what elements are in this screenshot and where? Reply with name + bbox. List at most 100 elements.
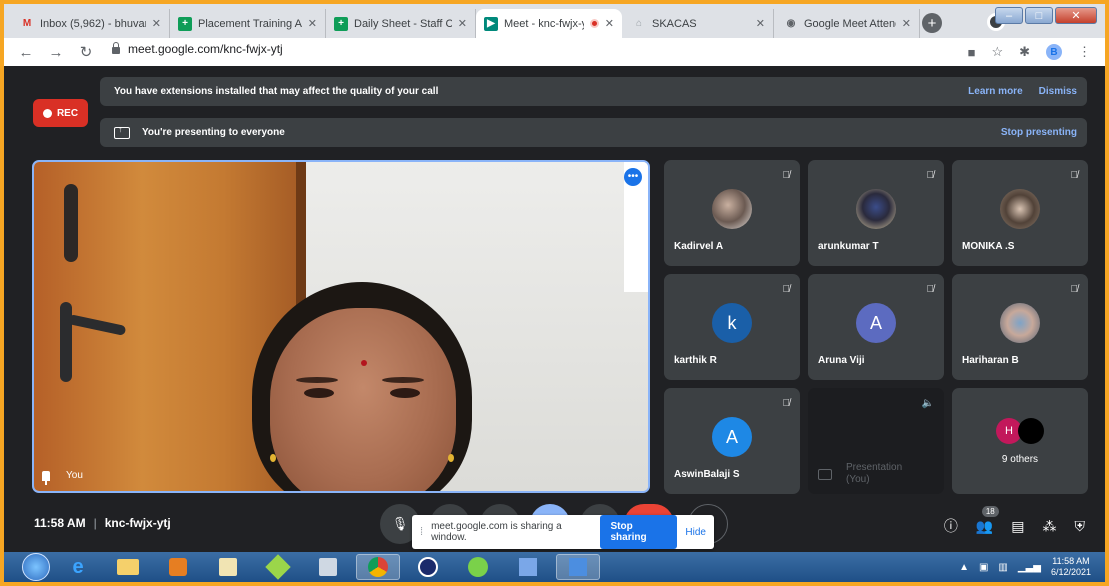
tab-meet[interactable]: ▶ Meet - knc-fwjx-ytj ✕ [476,9,622,38]
participant-tile[interactable]: 🎙̸ A AswinBalaji S [664,388,800,494]
sheets-icon: + [334,16,348,31]
screen: M Inbox (5,962) - bhuvan ✕ + Placement T… [4,4,1105,582]
present-screen-icon [114,124,130,139]
participant-tile[interactable]: 🎙̸ Kadirvel A [664,160,800,266]
bindi [361,360,367,366]
app-icon[interactable] [556,554,600,580]
tab-meet-attendance[interactable]: ◉ Google Meet Attendan ✕ [776,9,920,38]
record-dot-icon [42,108,52,118]
maximize-icon[interactable]: □ [1025,7,1053,24]
tab-title: Inbox (5,962) - bhuvan [40,17,146,30]
pin-icon[interactable] [42,470,50,485]
address-bar[interactable]: meet.google.com/knc-fwjx-ytj [112,42,283,56]
chrome-taskbar-icon[interactable] [356,554,400,580]
signal-icon[interactable]: ▁▃▅ [1018,562,1041,573]
reload-icon[interactable]: ↻ [78,43,94,61]
drag-handle-icon[interactable]: ⁞ [420,526,423,538]
app-icon[interactable] [256,554,300,580]
presentation-line1: Presentation [846,462,903,473]
participant-tile[interactable]: 🎙̸ arunkumar T [808,160,944,266]
profile-avatar[interactable]: B [1046,44,1062,60]
others-tile[interactable]: H 9 others [952,388,1088,494]
media-player-icon[interactable] [156,554,200,580]
system-clock[interactable]: 11:58 AM 6/12/2021 [1051,556,1091,578]
star-icon[interactable]: ☆ [991,44,1003,60]
ie-icon[interactable]: e [56,554,100,580]
recording-badge: REC [33,99,88,127]
close-icon[interactable]: ✕ [458,17,467,30]
app-icon[interactable] [456,554,500,580]
tab-gmail[interactable]: M Inbox (5,962) - bhuvan ✕ [12,9,170,38]
people-button[interactable]: 👥 18 [975,505,999,535]
file-explorer-icon[interactable] [106,554,150,580]
close-icon[interactable]: ✕ [605,17,614,30]
more-options-icon[interactable]: ••• [624,168,642,186]
stop-presenting-button[interactable]: Stop presenting [1001,127,1077,138]
participant-name: AswinBalaji S [674,469,740,480]
participant-tile[interactable]: 🎙̸ MONIKA .S [952,160,1088,266]
stop-sharing-button[interactable]: Stop sharing [600,515,678,549]
people-icon: 👥 [975,517,994,534]
meeting-side-controls: ⓘ 👥 18 ▤ ⁂ ⛨ [944,505,1086,536]
meeting-time: 11:58 AM [34,516,86,530]
avatar [1000,189,1040,229]
presentation-tile[interactable]: 🔈 Presentation (You) [808,388,944,494]
tray-app-icon[interactable]: ▣ [979,562,988,573]
learn-more-link[interactable]: Learn more [968,86,1022,97]
host-controls-icon[interactable]: ⛨ [1075,518,1086,535]
avatar: k [712,303,752,343]
share-popup-text: meet.google.com is sharing a window. [431,521,562,543]
menu-icon[interactable]: ⋮ [1078,44,1091,60]
mic-off-icon: 🎙̸ [782,170,791,181]
browser-tab-bar: M Inbox (5,962) - bhuvan ✕ + Placement T… [4,4,1105,38]
start-button[interactable] [22,553,50,581]
avatar: A [856,303,896,343]
chrome-icon: ◉ [786,18,796,29]
network-app-icon[interactable] [506,554,550,580]
extensions-banner-text: You have extensions installed that may a… [114,86,439,97]
clock-time: 11:58 AM [1052,556,1090,566]
tab-title: Daily Sheet - Staff Class [354,17,452,30]
left-earring [270,454,276,462]
activities-icon[interactable]: ⁂ [1043,518,1057,535]
close-icon[interactable]: ✕ [152,17,161,30]
close-icon[interactable]: ✕ [902,17,911,30]
tab-daily-sheet[interactable]: + Daily Sheet - Staff Class ✕ [326,9,476,38]
close-icon[interactable]: ✕ [308,17,317,30]
chat-icon[interactable]: ▤ [1011,518,1024,535]
new-tab-button[interactable]: + [922,13,942,33]
participant-tile[interactable]: 🎙̸ k karthik R [664,274,800,380]
info-icon[interactable]: ⓘ [944,516,958,536]
close-icon[interactable]: ✕ [756,17,765,30]
app-icon[interactable] [406,554,450,580]
self-name: You [66,470,83,481]
presenting-banner: You're presenting to everyone Stop prese… [100,118,1087,147]
participant-tile[interactable]: 🎙̸ A Aruna Viji [808,274,944,380]
right-eyebrow [382,377,424,383]
forward-icon[interactable]: → [48,44,64,61]
system-tray: ▲ ▣ ▥ ▁▃▅ 11:58 AM 6/12/2021 [955,552,1105,582]
os-taskbar: e ▲ ▣ ▥ ▁▃▅ 11:58 AM 6/12/2021 [4,552,1105,582]
self-video-tile[interactable]: ••• You [32,160,650,493]
mic-off-icon: 🎙̸ [1070,170,1079,181]
tab-skacas[interactable]: ⌂ SKACAS ✕ [624,9,774,38]
minimize-icon[interactable]: – [995,7,1023,24]
extensions-icon[interactable]: ✱ [1019,44,1030,60]
clock-date: 6/12/2021 [1050,567,1091,577]
hide-button[interactable]: Hide [685,527,706,538]
camera-icon[interactable]: ■ [968,45,976,60]
window-close-icon[interactable]: ✕ [1055,7,1097,24]
back-icon[interactable]: ← [18,44,34,61]
dismiss-button[interactable]: Dismiss [1039,86,1077,97]
participant-name: Kadirvel A [674,241,724,252]
meeting-details[interactable]: 11:58 AM | knc-fwjx-ytj [34,516,171,530]
tray-arrow-icon[interactable]: ▲ [959,562,969,573]
network-icon[interactable]: ▥ [998,562,1007,573]
tab-placement-training[interactable]: + Placement Training Att ✕ [170,9,326,38]
paint-icon[interactable] [206,554,250,580]
tab-title: Google Meet Attendan [804,17,896,30]
presentation-label: Presentation (You) [846,462,902,486]
participant-tile[interactable]: 🎙̸ Hariharan B [952,274,1088,380]
app-icon[interactable] [306,554,350,580]
speaker-icon: 🔈 [921,398,934,409]
